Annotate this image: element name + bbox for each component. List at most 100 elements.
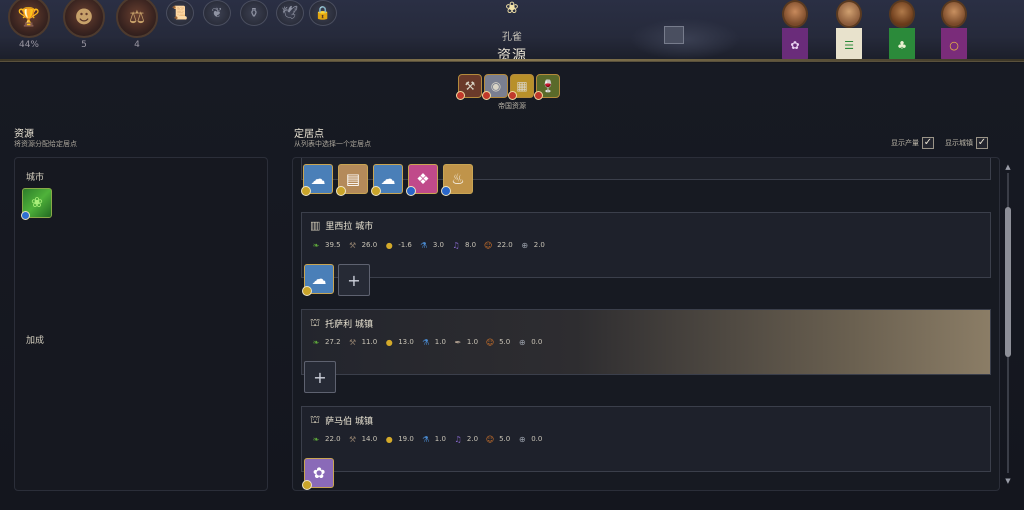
city-resources-panel: 城市 ❀ 加成 <box>14 157 268 491</box>
banner-emblem: ☰ <box>836 28 862 61</box>
resource-badge <box>406 186 416 196</box>
add-resource-slot-button[interactable]: + <box>304 361 336 393</box>
cotton-resource-icon[interactable]: ☁ <box>371 164 403 196</box>
gold-bars-icon[interactable]: ▦ <box>508 74 534 100</box>
unit-figure-icon <box>664 26 684 44</box>
yield-happiness: ☺ 5.0 <box>484 433 510 445</box>
cotton-flower-glyph: ✿ <box>312 464 326 482</box>
yield-food: ❧ 27.2 <box>310 336 341 348</box>
silk-glyph: ❖ <box>416 170 430 188</box>
settlement-header: ⛫ 托萨利 城镇 <box>310 316 373 331</box>
leader-banner[interactable]: ☰ <box>836 0 862 61</box>
yield-culture: ✒ 1.0 <box>452 336 479 348</box>
resource-slots: + <box>304 361 336 393</box>
add-resource-slot-button[interactable]: + <box>338 264 370 296</box>
settlements-section-title: 定居点 <box>294 129 324 140</box>
dove-icon[interactable]: 🕊 <box>276 0 304 26</box>
lock-icon[interactable]: 🔒 <box>309 0 337 26</box>
settlement-yields: ❧ 27.2 ⚒ 11.0 ● 13.0 ⚗ 1.0 ✒ 1.0 ☺ 5.0 ⊕ 0.0 <box>310 336 543 348</box>
balance-scale-icon[interactable]: ⚖ <box>116 0 158 38</box>
empire-resources-label: 帝国资源 <box>498 102 526 110</box>
trophy-icon[interactable]: 🏆 <box>8 0 50 38</box>
yield-value: 8.0 <box>465 241 477 249</box>
settlement-card[interactable]: ⛫ 萨马伯 城镇 ❧ 22.0 ⚒ 14.0 ● 19.0 ⚗ 1.0 ♫ 2.0 ☺ 5.… <box>301 406 991 490</box>
yield-value: 27.2 <box>325 338 341 346</box>
lotus-emblem-icon: ❀ <box>505 0 519 17</box>
yield-value: 1.0 <box>466 338 479 346</box>
incense-resource-icon[interactable]: ♨ <box>441 164 473 196</box>
dye-plant-resource-icon[interactable]: ❀ <box>21 188 52 220</box>
yield-production: ⚒ 26.0 <box>347 239 377 251</box>
show-yields-checkbox[interactable]: ✓ <box>922 137 934 149</box>
map-background <box>630 18 740 60</box>
settlement-card[interactable]: ▥ 里西拉 城市 ❧ 39.5 ⚒ 26.0 ● -1.6 ⚗ 3.0 ♫ 8.0 ☺ 22… <box>301 212 991 296</box>
science-icon: ⚗ <box>422 434 430 444</box>
iron-icon[interactable]: ⚒ <box>456 74 482 100</box>
leader-count-value: 5 <box>81 40 87 50</box>
show-towns-label: 显示城镇 <box>945 139 973 147</box>
yield-value: 22.0 <box>497 241 513 249</box>
cotton-resource-icon[interactable]: ☁ <box>302 264 334 296</box>
settlement-yields: ❧ 39.5 ⚒ 26.0 ● -1.6 ⚗ 3.0 ♫ 8.0 ☺ 22.0 ⊕ 2.0 <box>310 239 545 251</box>
leader-banner[interactable]: ○ <box>941 0 967 61</box>
production-icon: ⚒ <box>349 337 357 347</box>
resources-section-title: 资源 <box>14 129 34 140</box>
settlement-card-selected[interactable]: ⛫ 托萨利 城镇 ❧ 27.2 ⚒ 11.0 ● 13.0 ⚗ 1.0 ✒ 1.0 ☺ 5.… <box>301 309 991 393</box>
show-yields-label: 显示产量 <box>891 139 919 147</box>
resource-badge <box>301 186 311 196</box>
silver-icon[interactable]: ◉ <box>482 74 508 100</box>
resource-badge <box>302 286 312 296</box>
leaf-icon[interactable]: ❦ <box>203 0 231 26</box>
screen-header: ❀ 孔雀 资源 <box>460 0 564 61</box>
yield-value: -1.6 <box>398 241 412 249</box>
leader-glyph: ☻ <box>74 6 94 28</box>
yield-happiness: ☺ 22.0 <box>482 239 513 251</box>
yield-value: 2.0 <box>466 435 479 443</box>
leader-banner[interactable]: ✿ <box>782 0 808 61</box>
salt-resource-icon[interactable]: ▤ <box>336 164 368 196</box>
gold-icon: ● <box>385 337 393 347</box>
yield-value: 5.0 <box>499 435 511 443</box>
amphora-glyph: ⚱ <box>248 5 260 21</box>
silk-resource-icon[interactable]: ❖ <box>406 164 438 196</box>
leader-portrait-icon[interactable]: ☻ <box>63 0 105 38</box>
science-icon: ⚗ <box>422 337 430 347</box>
show-towns-toggle[interactable]: 显示城镇 ✓ <box>945 137 988 149</box>
settlement-header: ⛫ 萨马伯 城镇 <box>310 413 373 428</box>
assigned-resources-row: ☁ ▤ ☁ ❖ ♨ <box>301 164 473 196</box>
settlements-scrollbar[interactable]: ▲ ▼ <box>1004 163 1012 485</box>
yield-science: ⚗ 1.0 <box>420 336 446 348</box>
resource-badge <box>21 211 30 220</box>
resource-badge <box>456 91 465 100</box>
happiness-icon: ☺ <box>485 337 495 347</box>
wine-icon[interactable]: 🍷 <box>534 74 560 100</box>
scroll-down-icon[interactable]: ▼ <box>1004 477 1012 485</box>
scroll-icon[interactable]: 📜 <box>166 0 194 26</box>
resource-slots: ✿ <box>302 458 334 490</box>
food-icon: ❧ <box>312 240 320 250</box>
leader-face-icon <box>836 0 862 28</box>
settlement-name: 托萨利 城镇 <box>325 320 373 330</box>
happiness-icon: ☺ <box>485 434 495 444</box>
settlements-list: ☁ ▤ ☁ ❖ ♨ ▥ 里西拉 城市 ❧ 39.5 ⚒ 26.0 ● -1.6 ⚗ 3.… <box>292 157 1000 491</box>
production-icon: ⚒ <box>349 240 357 250</box>
amphora-icon[interactable]: ⚱ <box>240 0 268 26</box>
yield-value: 2.0 <box>533 241 545 249</box>
iron-glyph: ⚒ <box>464 79 476 93</box>
leader-face-icon <box>782 0 808 28</box>
yield-value: 39.5 <box>325 241 341 249</box>
scroll-thumb[interactable] <box>1005 207 1011 357</box>
scroll-up-icon[interactable]: ▲ <box>1004 163 1012 171</box>
show-yields-toggle[interactable]: 显示产量 ✓ <box>891 137 934 149</box>
yield-value: 13.0 <box>398 338 414 346</box>
scale-count-value: 4 <box>134 40 140 50</box>
leader-banner[interactable]: ♣ <box>889 0 915 61</box>
bonus-label: 加成 <box>26 336 45 346</box>
culture-icon: ♫ <box>454 434 462 444</box>
show-towns-checkbox[interactable]: ✓ <box>976 137 988 149</box>
yield-culture: ♫ 2.0 <box>452 433 478 445</box>
cotton-resource-icon[interactable]: ☁ <box>301 164 333 196</box>
resources-panel: ⚒ ◉ ▦ 🍷 帝国资源 资源 将资源分配给定居点 城市 ❀ 加成 定居点 从列… <box>0 63 1024 510</box>
food-icon: ❧ <box>312 434 320 444</box>
cotton-flower-resource-icon[interactable]: ✿ <box>302 458 334 490</box>
